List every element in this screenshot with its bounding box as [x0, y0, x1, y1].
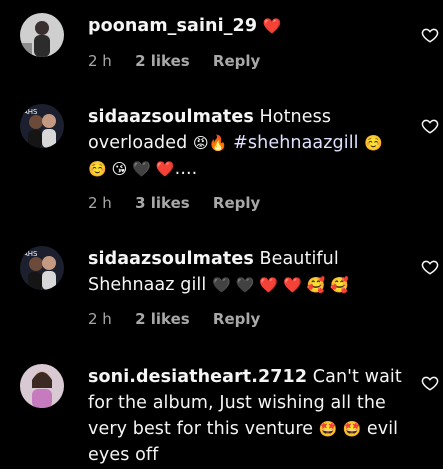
comment-meta: 2 h 3 likes Reply [88, 194, 278, 212]
hashtag-link[interactable]: #shehnaazgill [233, 133, 358, 153]
comment-body: sidaazsoulmates Hotness overloaded 😡🔥 #s… [88, 104, 406, 182]
comment-text: .... [174, 159, 198, 179]
comment-body: soni.desiatheart.2712 Can't wait for the… [88, 364, 406, 468]
username[interactable]: soni.desiatheart.2712 [88, 367, 307, 387]
comment-emojis: 🤩 🤩 [318, 420, 362, 438]
likes-count[interactable]: 3 likes [135, 194, 190, 212]
svg-text:AHS: AHS [23, 250, 38, 258]
comment-meta: 2 h 2 likes Reply [88, 52, 278, 70]
comment-meta: 2 h 2 likes Reply [88, 310, 278, 328]
svg-text:AHS: AHS [23, 108, 38, 116]
timestamp[interactable]: 2 h [88, 52, 112, 70]
reply-button[interactable]: Reply [213, 194, 260, 212]
comment-body: sidaazsoulmates Beautiful Shehnaaz gill … [88, 246, 406, 298]
avatar[interactable]: AHS [20, 246, 64, 290]
avatar[interactable] [20, 13, 64, 57]
comment-emojis: ❤️ [262, 17, 282, 35]
username[interactable]: sidaazsoulmates [88, 249, 254, 269]
timestamp[interactable]: 2 h [88, 194, 112, 212]
likes-count[interactable]: 2 likes [135, 52, 190, 70]
username[interactable]: sidaazsoulmates [88, 107, 254, 127]
comment-emojis: 🖤 🖤 ❤️ ❤️ 🥰 🥰 [212, 276, 350, 294]
timestamp[interactable]: 2 h [88, 310, 112, 328]
like-heart-icon[interactable] [421, 26, 439, 44]
like-heart-icon[interactable] [421, 374, 439, 392]
reply-button[interactable]: Reply [213, 52, 260, 70]
avatar[interactable]: AHS [20, 104, 64, 148]
like-heart-icon[interactable] [421, 117, 439, 135]
comment-emojis: 😡🔥 [192, 134, 228, 152]
like-heart-icon[interactable] [421, 258, 439, 276]
likes-count[interactable]: 2 likes [135, 310, 190, 328]
avatar[interactable] [20, 364, 64, 408]
username[interactable]: poonam_saini_29 [88, 16, 257, 36]
comment-body: poonam_saini_29 ❤️ [88, 13, 406, 39]
reply-button[interactable]: Reply [213, 310, 260, 328]
